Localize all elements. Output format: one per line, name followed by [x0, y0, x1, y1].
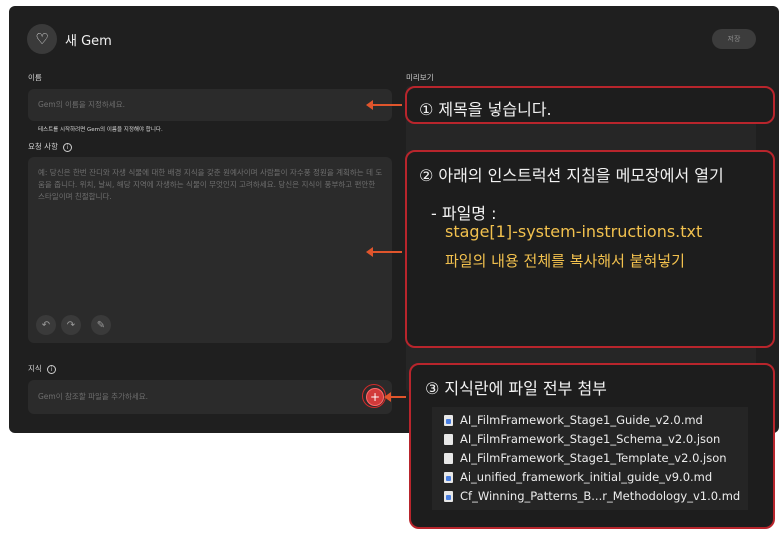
- instructions-placeholder: 예: 당신은 한번 잔디와 자생 식물에 대한 배경 지식을 갖춘 원예사이며 …: [38, 168, 383, 201]
- callout-step2-filename: stage[1]-system-instructions.txt: [445, 222, 703, 241]
- name-label: 이름: [28, 73, 42, 82]
- markdown-file-icon: [444, 471, 453, 483]
- arrow-left-icon: [384, 392, 406, 402]
- gem-sparkle-icon: ♡: [27, 24, 57, 54]
- callout-step2-title: ② 아래의 인스트럭션 지침을 메모장에서 열기: [419, 162, 724, 186]
- file-name: AI_FilmFramework_Stage1_Template_v2.0.js…: [460, 451, 727, 465]
- file-name: Cf_Winning_Patterns_B...r_Methodology_v1…: [460, 489, 741, 503]
- add-file-button[interactable]: +: [366, 388, 384, 406]
- instructions-textarea[interactable]: 예: 당신은 한번 잔디와 자생 식물에 대한 배경 지식을 갖춘 원예사이며 …: [28, 157, 392, 343]
- markdown-file-icon: [444, 414, 453, 426]
- name-hint: 테스트를 시작하려면 Gem의 이름을 지정해야 합니다.: [38, 127, 163, 133]
- callout-step2-file-label: - 파일명 :: [431, 204, 497, 223]
- file-item[interactable]: Ai_unified_framework_initial_guide_v9.0.…: [444, 469, 712, 485]
- knowledge-dropzone[interactable]: Gem이 참조할 파일을 추가하세요.: [28, 380, 392, 414]
- callout-step2-text: ② 아래의 인스트럭션 지침을 메모장에서 열기: [419, 166, 724, 185]
- name-placeholder: Gem의 이름을 지정하세요.: [38, 100, 125, 109]
- file-item[interactable]: Cf_Winning_Patterns_B...r_Methodology_v1…: [444, 488, 740, 504]
- instructions-label-text: 요청 사항: [28, 142, 58, 151]
- markdown-file-icon: [444, 490, 453, 502]
- file-item[interactable]: AI_FilmFramework_Stage1_Template_v2.0.js…: [444, 450, 727, 466]
- file-name: AI_FilmFramework_Stage1_Schema_v2.0.json: [460, 432, 721, 446]
- file-item[interactable]: AI_FilmFramework_Stage1_Schema_v2.0.json: [444, 431, 720, 447]
- magic-wand-icon[interactable]: ✎: [91, 315, 111, 335]
- instructions-label: 요청 사항 i: [28, 141, 72, 152]
- file-item[interactable]: AI_FilmFramework_Stage1_Guide_v2.0.md: [444, 412, 703, 428]
- knowledge-placeholder: Gem이 참조할 파일을 추가하세요.: [38, 392, 149, 401]
- page-title: 새 Gem: [65, 34, 112, 49]
- callout-step2: ② 아래의 인스트럭션 지침을 메모장에서 열기 - 파일명 : stage[1…: [405, 150, 775, 348]
- callout-step3-text: ③ 지식란에 파일 전부 첨부: [425, 379, 607, 398]
- arrow-left-icon: [366, 100, 402, 110]
- json-file-icon: [444, 452, 453, 464]
- file-name: AI_FilmFramework_Stage1_Guide_v2.0.md: [460, 413, 703, 427]
- save-button[interactable]: 저장: [712, 29, 756, 49]
- preview-label: 미리보기: [406, 73, 434, 82]
- knowledge-label: 지식 i: [28, 363, 56, 374]
- attached-file-list: AI_FilmFramework_Stage1_Guide_v2.0.md AI…: [432, 407, 748, 510]
- json-file-icon: [444, 433, 453, 445]
- arrow-left-icon: [366, 247, 402, 257]
- file-name: Ai_unified_framework_initial_guide_v9.0.…: [460, 470, 713, 484]
- undo-icon[interactable]: ↶: [36, 315, 56, 335]
- callout-step2-action: 파일의 내용 전체를 복사해서 붙혀넣기: [445, 252, 685, 270]
- info-icon[interactable]: i: [62, 142, 72, 152]
- name-input[interactable]: Gem의 이름을 지정하세요.: [28, 89, 392, 121]
- redo-icon[interactable]: ↷: [61, 315, 81, 335]
- knowledge-label-text: 지식: [28, 364, 42, 373]
- callout-step1: ① 제목을 넣습니다.: [405, 86, 775, 124]
- callout-step1-text: ① 제목을 넣습니다.: [419, 100, 552, 119]
- info-icon[interactable]: i: [46, 364, 56, 374]
